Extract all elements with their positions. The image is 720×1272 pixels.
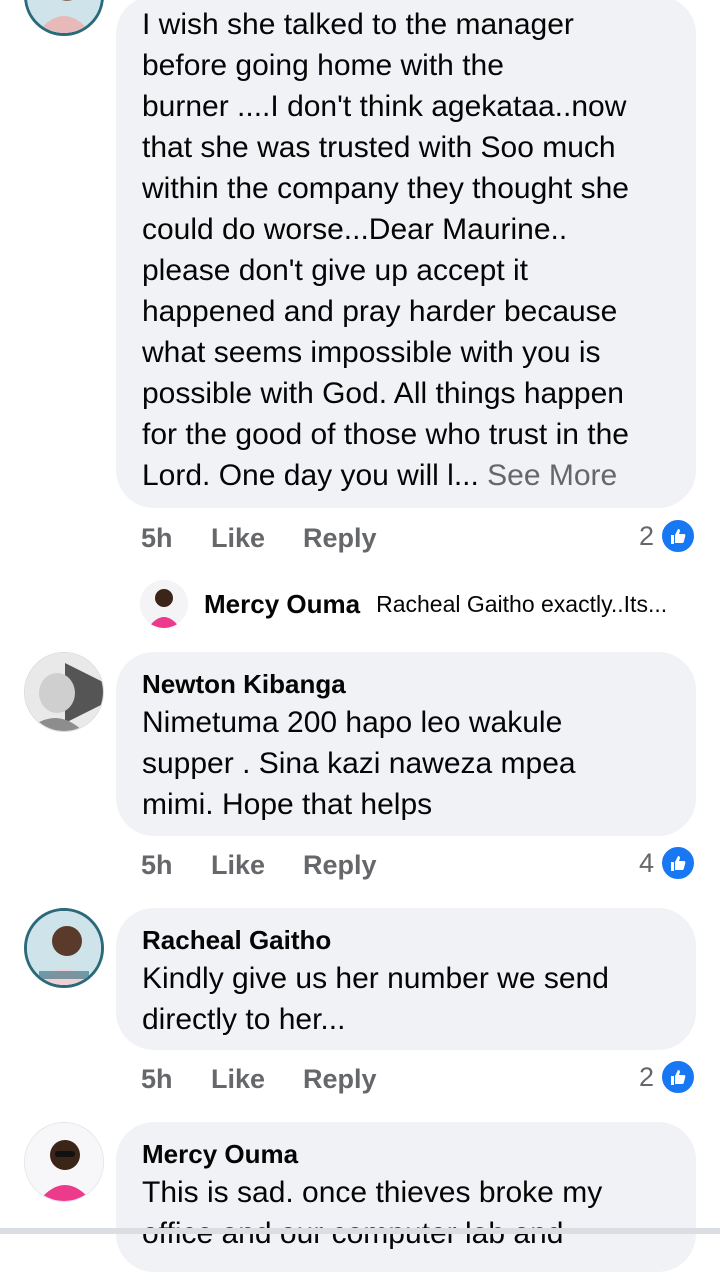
- avatar-image: [27, 0, 101, 33]
- comment-author[interactable]: Newton Kibanga: [142, 666, 670, 702]
- see-more-link[interactable]: See More: [487, 459, 617, 492]
- bottom-divider: [0, 1228, 720, 1234]
- thumbs-up-icon: [660, 1059, 696, 1095]
- comment-bubble-2: Newton Kibanga Nimetuma 200 hapo leo wak…: [116, 652, 696, 836]
- reply-button[interactable]: Reply: [303, 523, 377, 554]
- reaction-count: 2: [638, 520, 654, 551]
- comment-actions-3: 5h Like Reply: [141, 1059, 377, 1099]
- avatar-newton-kibanga[interactable]: [24, 652, 104, 732]
- timestamp: 5h: [141, 1063, 173, 1094]
- avatar-racheal-gaitho-top[interactable]: [24, 0, 104, 36]
- avatar-racheal-gaitho[interactable]: [24, 908, 104, 988]
- timestamp: 5h: [141, 849, 173, 880]
- comment-text: Nimetuma 200 hapo leo wakule supper . Si…: [142, 706, 576, 821]
- comment-actions-1: 5h Like Reply: [141, 518, 377, 558]
- reaction-count: 2: [638, 1061, 654, 1092]
- comment-text: Kindly give us her number we send direct…: [142, 962, 609, 1036]
- reaction-count-3[interactable]: 2: [639, 1057, 696, 1097]
- reaction-count-1[interactable]: 2: [639, 516, 696, 556]
- avatar-mercy-ouma-small: [140, 580, 188, 628]
- reply-button[interactable]: Reply: [303, 850, 377, 881]
- comment-bubble-3: Racheal Gaitho Kindly give us her number…: [116, 908, 696, 1050]
- comment-author[interactable]: Mercy Ouma: [142, 1136, 670, 1172]
- reply-button[interactable]: Reply: [303, 1064, 377, 1095]
- reply-preview[interactable]: Mercy Ouma Racheal Gaitho exactly..Its..…: [140, 578, 720, 630]
- reaction-count: 4: [638, 847, 654, 878]
- reply-text: Racheal Gaitho exactly..Its...: [376, 590, 668, 617]
- timestamp: 5h: [141, 522, 173, 553]
- like-button[interactable]: Like: [211, 1064, 303, 1095]
- comment-text: This is sad. once thieves broke my offic…: [142, 1176, 603, 1250]
- comment-bubble-4: Mercy Ouma This is sad. once thieves bro…: [116, 1122, 696, 1272]
- thumbs-up-icon: [660, 518, 696, 554]
- thumbs-up-icon: [660, 845, 696, 881]
- comment-author[interactable]: Racheal Gaitho: [142, 922, 670, 958]
- like-button[interactable]: Like: [211, 523, 303, 554]
- comment-text: I wish she talked to the manager before …: [142, 8, 629, 492]
- reaction-count-2[interactable]: 4: [639, 843, 696, 883]
- avatar-mercy-ouma[interactable]: [24, 1122, 104, 1202]
- like-button[interactable]: Like: [211, 850, 303, 881]
- comment-actions-2: 5h Like Reply: [141, 845, 377, 885]
- reply-author[interactable]: Mercy Ouma: [204, 589, 360, 620]
- comment-bubble-1: I wish she talked to the manager before …: [116, 0, 696, 508]
